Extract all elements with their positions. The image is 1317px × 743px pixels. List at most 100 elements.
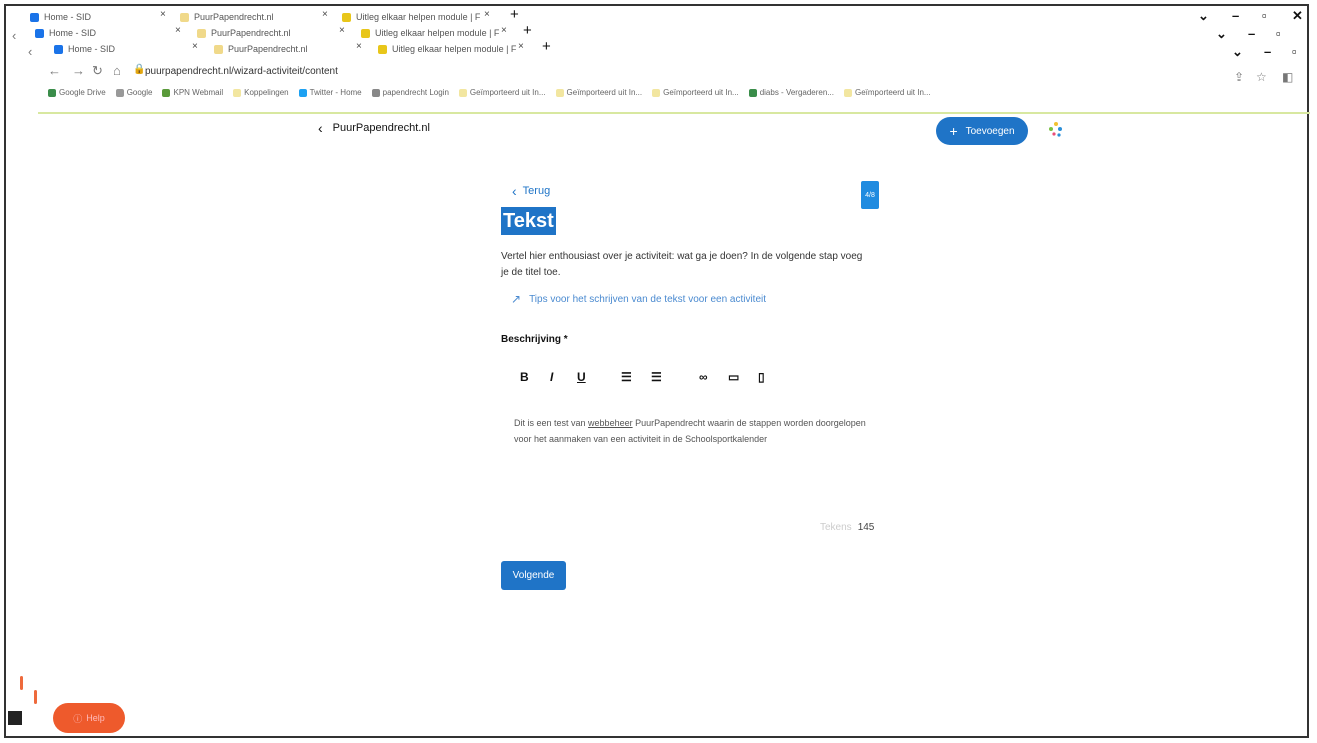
reload-icon[interactable]: ↻ xyxy=(92,63,103,79)
tab-label: Uitleg elkaar helpen module | F xyxy=(375,28,500,38)
close-icon[interactable]: × xyxy=(339,25,345,36)
intro-text: Vertel hier enthousiast over je activite… xyxy=(501,251,863,278)
tab-label: PuurPapendrecht.nl xyxy=(194,12,274,22)
italic-icon[interactable]: I xyxy=(550,370,553,384)
close-icon[interactable]: × xyxy=(356,41,362,52)
external-link-icon: ↗ xyxy=(511,292,522,306)
add-button-label: Toevoegen xyxy=(965,125,1015,137)
site-name: PuurPapendrecht.nl xyxy=(332,122,430,134)
chevron-left-icon: ‹ xyxy=(512,183,517,199)
tab-label: Home - SID xyxy=(49,28,97,38)
close-icon[interactable]: × xyxy=(175,25,181,36)
tab-label: Uitleg elkaar helpen module | F xyxy=(356,12,481,22)
puur-icon xyxy=(214,44,223,54)
close-icon[interactable]: × xyxy=(501,25,507,36)
bookmark-item[interactable]: papendrecht Login xyxy=(371,88,449,97)
tab-search-icon[interactable]: ⌄ xyxy=(1232,44,1243,60)
counter-label: Tekens xyxy=(820,522,852,533)
back-arrow-icon[interactable]: ← xyxy=(48,63,61,78)
close-window-icon[interactable]: ✕ xyxy=(1292,8,1303,24)
bookmark-item[interactable]: Geïmporteerd uit In... xyxy=(458,88,546,97)
tab-label: Home - SID xyxy=(44,12,92,22)
next-button[interactable]: Volgende xyxy=(501,561,566,590)
bookmarks-bar: Google Drive Google KPN Webmail Koppelin… xyxy=(48,88,931,97)
puur-icon xyxy=(180,12,189,22)
address-bar[interactable]: puurpapendrecht.nl/wizard-activiteit/con… xyxy=(145,66,338,77)
bullet-list-icon[interactable]: ☰ xyxy=(651,370,662,384)
tips-link-label: Tips voor het schrijven van de tekst voo… xyxy=(529,293,767,305)
bold-icon[interactable]: B xyxy=(520,370,529,384)
tab-uitleg[interactable]: Uitleg elkaar helpen module | F xyxy=(342,9,480,25)
tab-puurpapendrecht[interactable]: PuurPapendrecht.nl xyxy=(180,9,274,25)
tab-home-sid[interactable]: Home - SID xyxy=(54,41,115,57)
bookmark-item[interactable]: Koppelingen xyxy=(233,88,289,97)
help-button-label: Help xyxy=(86,713,105,723)
tab-home-sid[interactable]: Home - SID xyxy=(30,9,91,25)
minimize-icon[interactable]: – xyxy=(1248,26,1255,41)
tab-search-icon[interactable]: ⌄ xyxy=(1216,26,1227,42)
corner-square xyxy=(8,711,22,725)
star-icon[interactable]: ☆ xyxy=(1256,70,1267,84)
uitleg-icon xyxy=(378,44,387,54)
plus-icon: + xyxy=(949,123,958,139)
minimize-icon[interactable]: – xyxy=(1264,44,1271,59)
bookmark-item[interactable]: Geïmporteerd uit In... xyxy=(652,88,739,97)
file-icon[interactable]: ▯ xyxy=(758,370,765,384)
tab-label: PuurPapendrecht.nl xyxy=(228,44,308,54)
decorative-edge xyxy=(20,676,23,690)
restore-icon[interactable]: ▫ xyxy=(1276,26,1281,41)
ordered-list-icon[interactable]: ☰ xyxy=(621,370,632,384)
site-back-link[interactable]: ‹ PuurPapendrecht.nl xyxy=(318,120,430,136)
link-icon[interactable]: ∞ xyxy=(699,370,708,384)
help-icon: ⓘ xyxy=(73,713,83,724)
tab-puurpapendrecht[interactable]: PuurPapendrecht.nl xyxy=(214,41,308,57)
restore-icon[interactable]: ▫ xyxy=(1292,44,1297,59)
puur-icon xyxy=(197,28,206,38)
tips-link[interactable]: ↗ Tips voor het schrijven van de tekst v… xyxy=(511,292,766,306)
bookmark-item[interactable]: Google xyxy=(115,88,152,97)
back-link-label: Terug xyxy=(522,185,551,197)
back-link[interactable]: ‹ Terug xyxy=(512,183,550,199)
tab-uitleg[interactable]: Uitleg elkaar helpen module | F xyxy=(361,25,499,41)
bookmark-item[interactable]: KPN Webmail xyxy=(162,88,223,97)
bookmark-item[interactable]: Geïmporteerd uit In... xyxy=(843,88,931,97)
description-editor[interactable]: Dit is een test van webbeheer PuurPapend… xyxy=(514,415,869,447)
chevron-left-icon: ‹ xyxy=(318,120,323,136)
underline-icon[interactable]: U xyxy=(577,370,586,384)
tab-label: Uitleg elkaar helpen module | F xyxy=(392,44,517,54)
tab-puurpapendrecht[interactable]: PuurPapendrecht.nl xyxy=(197,25,291,41)
home-icon[interactable]: ⌂ xyxy=(113,63,121,78)
sid-icon xyxy=(35,28,44,38)
lock-icon: 🔒 xyxy=(133,64,146,75)
video-icon[interactable]: ▭ xyxy=(728,370,739,384)
tab-uitleg[interactable]: Uitleg elkaar helpen module | F xyxy=(378,41,516,57)
bookmark-item[interactable]: Google Drive xyxy=(48,88,106,97)
minimize-icon[interactable]: – xyxy=(1232,8,1239,23)
tab-search-icon[interactable]: ⌄ xyxy=(1198,8,1209,24)
app-logo[interactable] xyxy=(1046,120,1066,140)
toolbar-divider xyxy=(38,112,1310,114)
back-arrow-icon[interactable]: ‹ xyxy=(28,44,32,59)
close-icon[interactable]: × xyxy=(484,9,490,20)
new-tab-icon[interactable]: + xyxy=(523,22,532,39)
editor-text-part: Dit is een test van xyxy=(514,418,589,428)
add-button[interactable]: + Toevoegen xyxy=(936,117,1028,145)
close-icon[interactable]: × xyxy=(322,9,328,20)
close-icon[interactable]: × xyxy=(160,9,166,20)
bookmark-item[interactable]: Geïmporteerd uit In... xyxy=(555,88,642,97)
bookmark-item[interactable]: diabs - Vergaderen... xyxy=(748,88,834,97)
share-icon[interactable]: ⇪ xyxy=(1234,70,1244,84)
back-arrow-icon[interactable]: ‹ xyxy=(12,28,16,43)
extension-icon[interactable]: ◧ xyxy=(1282,70,1293,84)
tab-label: PuurPapendrecht.nl xyxy=(211,28,291,38)
help-button[interactable]: ⓘ Help xyxy=(53,703,125,733)
tab-home-sid[interactable]: Home - SID xyxy=(35,25,96,41)
restore-icon[interactable]: ▫ xyxy=(1262,8,1267,23)
uitleg-icon xyxy=(361,28,370,38)
new-tab-icon[interactable]: + xyxy=(542,38,551,55)
new-tab-icon[interactable]: + xyxy=(510,6,519,23)
close-icon[interactable]: × xyxy=(192,41,198,52)
close-icon[interactable]: × xyxy=(518,41,524,52)
bookmark-item[interactable]: Twitter - Home xyxy=(298,88,362,97)
forward-arrow-icon[interactable]: → xyxy=(72,63,85,78)
